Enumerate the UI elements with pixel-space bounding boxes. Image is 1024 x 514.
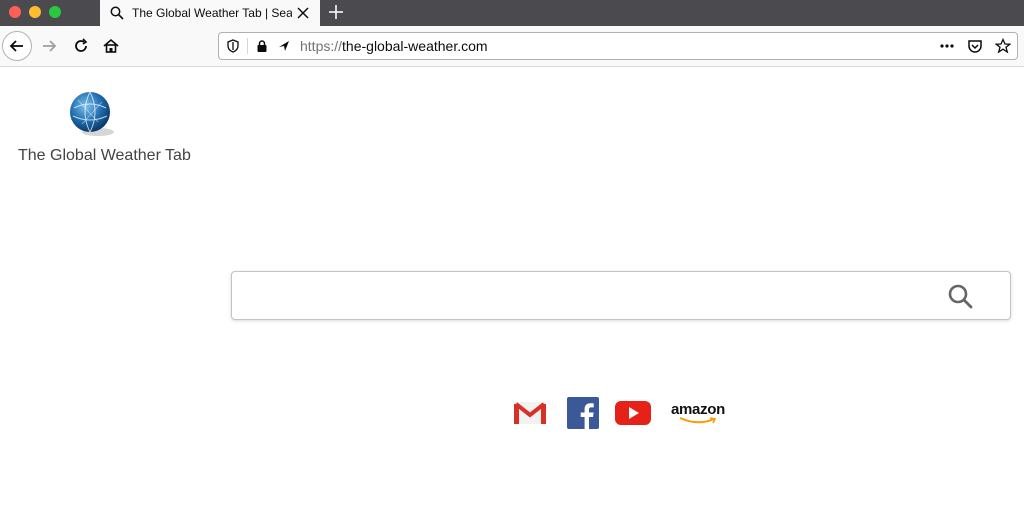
lock-icon[interactable]	[254, 38, 270, 54]
tab-title: The Global Weather Tab | Search	[132, 6, 292, 20]
bookmark-star-icon[interactable]	[995, 38, 1011, 54]
search-box	[231, 271, 1011, 320]
home-icon[interactable]	[96, 31, 126, 61]
url-text[interactable]: https://the-global-weather.com	[300, 38, 488, 54]
permissions-icon[interactable]	[276, 38, 292, 54]
url-host: the-global-weather.com	[342, 38, 488, 54]
url-protocol: https://	[300, 38, 343, 54]
site-logo[interactable]: The Global Weather Tab	[18, 88, 191, 168]
forward-arrow-icon[interactable]	[34, 31, 64, 61]
close-tab-icon[interactable]	[296, 6, 310, 20]
amazon-label: amazon	[670, 400, 726, 418]
url-bar[interactable]: https://the-global-weather.com	[218, 32, 1018, 60]
more-actions-icon[interactable]	[939, 38, 955, 54]
url-separator	[247, 38, 248, 54]
back-arrow-icon[interactable]	[2, 31, 32, 61]
search-button[interactable]	[946, 282, 974, 310]
plus-icon[interactable]	[327, 3, 345, 21]
tab-active[interactable]: The Global Weather Tab | Search	[100, 0, 320, 26]
search-icon	[948, 284, 973, 309]
tab-strip: The Global Weather Tab | Search	[0, 0, 1024, 26]
globe-icon	[68, 90, 116, 138]
maximize-window-button[interactable]	[49, 6, 61, 18]
amazon-icon[interactable]: amazon	[666, 396, 730, 430]
pocket-icon[interactable]	[967, 38, 983, 54]
amazon-smile-icon	[679, 416, 717, 423]
shield-icon[interactable]	[225, 38, 241, 54]
close-window-button[interactable]	[9, 6, 21, 18]
site-name: The Global Weather Tab	[18, 147, 191, 164]
reload-icon[interactable]	[66, 31, 96, 61]
youtube-icon[interactable]	[614, 396, 652, 430]
search-input[interactable]	[242, 280, 932, 312]
minimize-window-button[interactable]	[29, 6, 41, 18]
facebook-icon[interactable]	[566, 396, 600, 430]
search-icon	[110, 6, 124, 20]
navigation-toolbar: https://the-global-weather.com	[0, 26, 1024, 67]
gmail-icon[interactable]	[512, 396, 548, 430]
